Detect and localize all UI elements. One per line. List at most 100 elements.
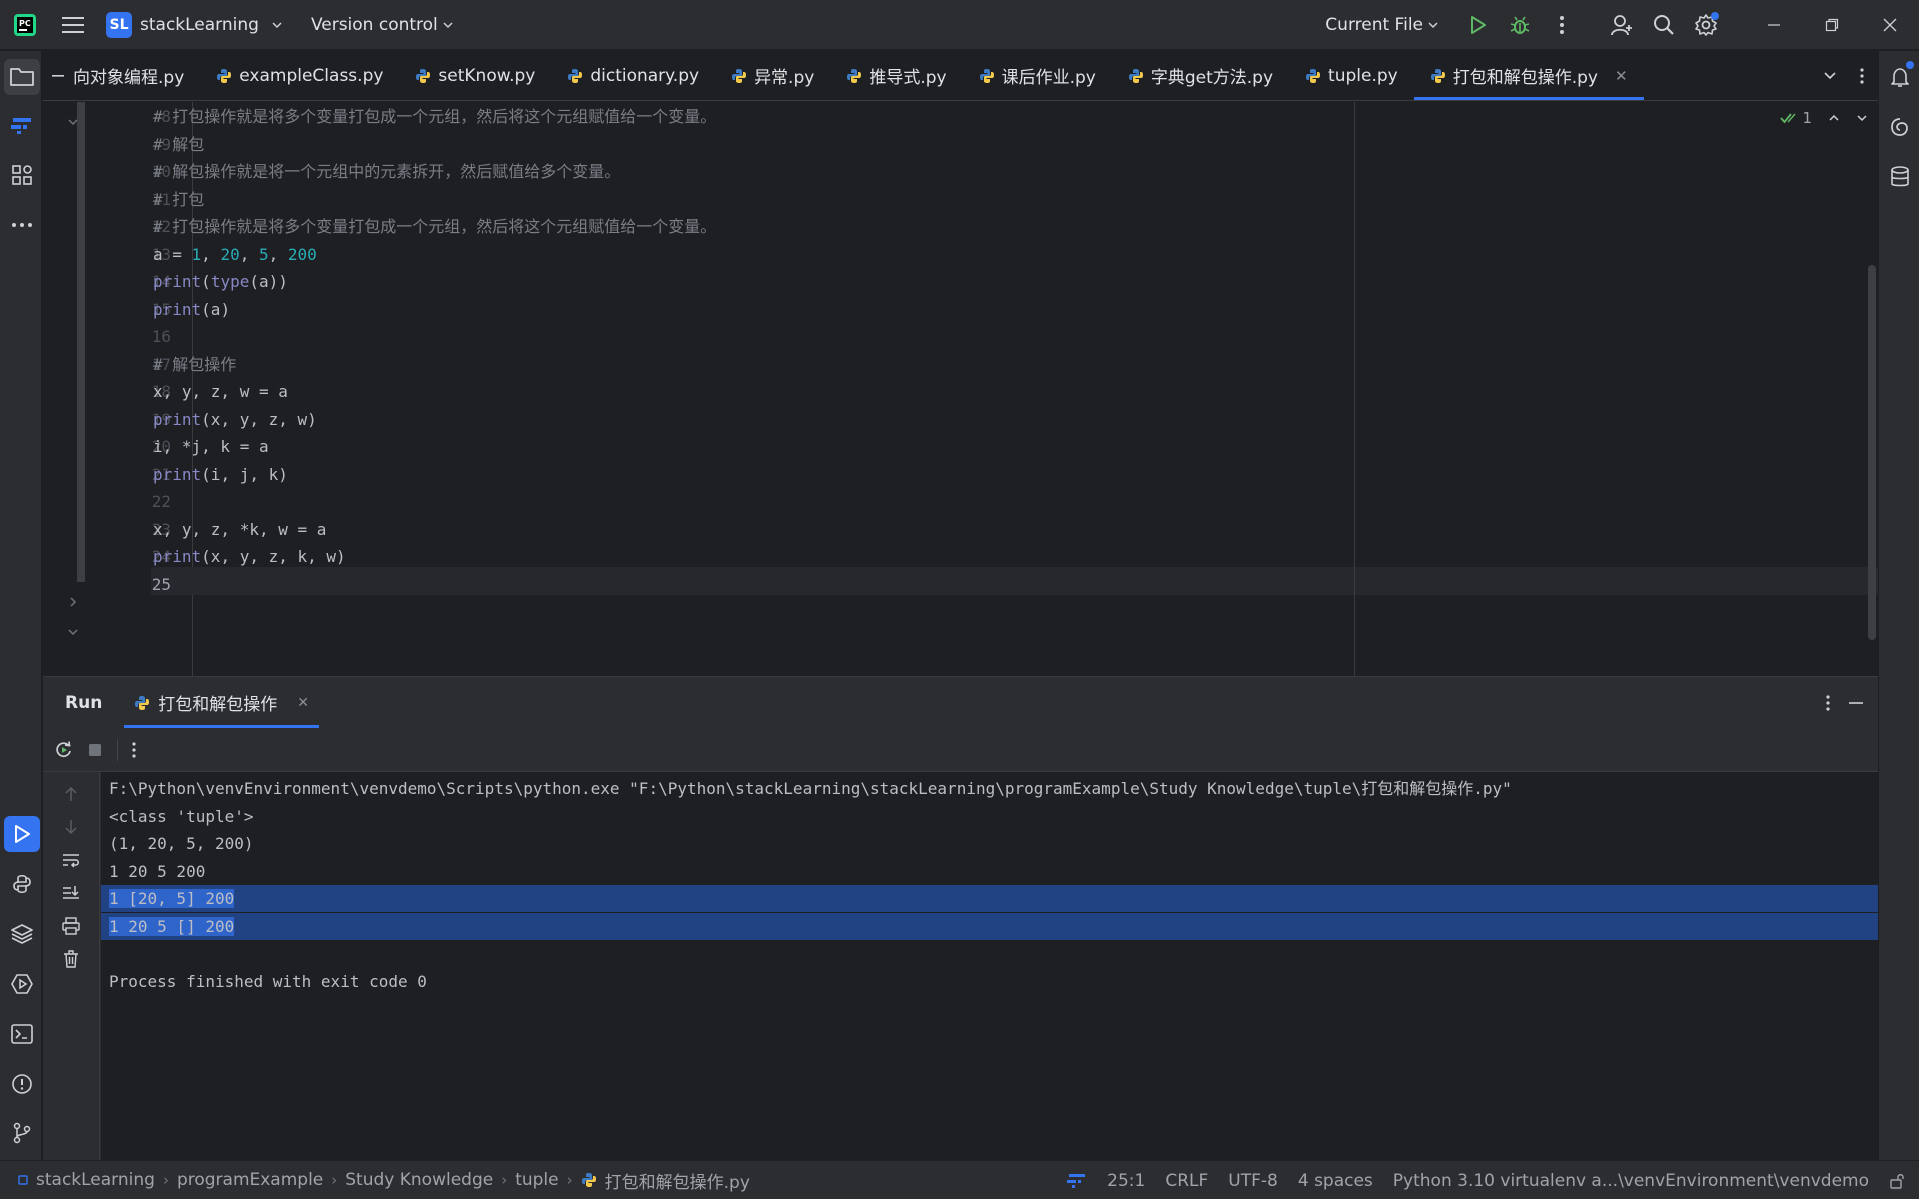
notification-dot [1906, 61, 1914, 69]
indent-setting[interactable]: 4 spaces [1298, 1171, 1373, 1191]
chevron-down-icon[interactable] [67, 626, 79, 638]
more-vertical-icon[interactable] [1826, 694, 1830, 711]
tab-exampleclass[interactable]: exampleClass.py [200, 51, 399, 100]
clear-all-button[interactable] [59, 947, 83, 971]
tab-dict-get[interactable]: 字典get方法.py [1112, 51, 1289, 100]
python-interpreter[interactable]: Python 3.10 virtualenv a...\venvEnvironm… [1393, 1171, 1869, 1191]
hide-panel-icon[interactable] [1848, 695, 1864, 711]
terminal-tool-button[interactable] [4, 1016, 40, 1052]
chevron-down-icon [272, 21, 282, 28]
run-configuration-selector[interactable]: Current File [1315, 8, 1449, 42]
notifications-button[interactable] [1882, 59, 1918, 95]
print-button[interactable] [59, 914, 83, 938]
debug-button[interactable] [1499, 0, 1541, 50]
project-name: stackLearning [140, 14, 259, 35]
more-vertical-icon[interactable] [132, 741, 136, 758]
close-run-tab-icon[interactable]: ✕ [297, 695, 309, 711]
more-tool-windows-button[interactable] [4, 207, 40, 243]
code-with-me-button[interactable] [1601, 0, 1643, 50]
database-tool-button[interactable] [1882, 159, 1918, 195]
tab-pack-unpack[interactable]: 打包和解包操作.py ✕ [1413, 51, 1644, 100]
close-tab-icon[interactable]: ✕ [1615, 67, 1628, 85]
tab-exceptions[interactable]: 异常.py [715, 51, 830, 100]
code-editor[interactable]: 1 8 # 打包操作就是将多个变量打包成一个元组，然后将这个元组赋值给一个变量。 9… [43, 102, 1878, 676]
soft-wrap-button[interactable] [59, 848, 83, 872]
breadcrumb-project[interactable]: stackLearning [36, 1170, 155, 1190]
ai-assistant-button[interactable] [1882, 109, 1918, 145]
line-number: 25 [151, 574, 171, 594]
run-tab-label: 打包和解包操作 [158, 695, 278, 715]
close-window-button[interactable] [1861, 0, 1919, 50]
minimize-window-button[interactable] [1745, 0, 1803, 50]
plugins-tool-button[interactable] [4, 157, 40, 193]
run-button[interactable] [1457, 0, 1499, 50]
layers-tool-button[interactable] [4, 916, 40, 952]
caret-position[interactable]: 25:1 [1107, 1171, 1145, 1191]
console-line: Process finished with exit code 0 [101, 968, 1878, 995]
project-tool-button[interactable] [4, 59, 40, 95]
breadcrumb-folder[interactable]: Study Knowledge [345, 1170, 493, 1190]
chevron-down-icon[interactable] [67, 116, 79, 128]
git-tool-button[interactable] [4, 1115, 40, 1151]
settings-button[interactable] [1685, 0, 1727, 50]
run-tab[interactable]: 打包和解包操作 ✕ [124, 677, 319, 728]
chevron-right-icon[interactable] [67, 596, 79, 608]
structure-jetbrains-ai-button[interactable] [4, 107, 40, 143]
python-console-icon [13, 874, 31, 894]
editor-scrollbar[interactable] [1868, 265, 1876, 640]
chevron-right-icon: › [162, 1171, 169, 1189]
rerun-icon[interactable] [55, 740, 73, 759]
structure-icon [11, 118, 31, 134]
tab-oop[interactable]: 向对象编程.py [73, 51, 200, 100]
version-control-menu[interactable]: Version control [301, 8, 464, 42]
run-tool-button[interactable] [4, 816, 40, 852]
tab-label: 推导式.py [869, 68, 947, 88]
chevron-right-icon: › [566, 1171, 573, 1189]
stop-icon[interactable] [87, 742, 103, 758]
python-packages-button[interactable] [4, 866, 40, 902]
tabs-collapse-button[interactable] [43, 51, 73, 100]
database-icon [1891, 166, 1909, 187]
tab-homework[interactable]: 课后作业.py [963, 51, 1112, 100]
file-encoding[interactable]: UTF-8 [1228, 1171, 1278, 1191]
toolbar-divider [117, 738, 118, 761]
arrow-up-icon [65, 786, 77, 801]
services-tool-button[interactable] [4, 966, 40, 1002]
restore-window-button[interactable] [1803, 0, 1861, 50]
code-line: # 解包 [153, 134, 205, 154]
scroll-down-button[interactable] [59, 815, 83, 839]
inspection-widget[interactable]: 1 [1780, 109, 1868, 127]
structure-icon[interactable] [1065, 1173, 1087, 1189]
unlock-icon[interactable] [1889, 1173, 1905, 1189]
python-file-icon [135, 695, 150, 710]
restore-icon [1825, 18, 1839, 32]
tab-list-button[interactable] [1814, 69, 1846, 83]
breadcrumb-folder[interactable]: tuple [515, 1170, 558, 1190]
run-config-label: Current File [1325, 15, 1423, 35]
tab-options-button[interactable] [1846, 68, 1878, 84]
scroll-to-end-button[interactable] [59, 881, 83, 905]
tab-dictionary[interactable]: dictionary.py [551, 51, 715, 100]
tab-setknow[interactable]: setKnow.py [399, 51, 551, 100]
pycharm-logo-icon[interactable]: PC [0, 0, 50, 50]
line-separator[interactable]: CRLF [1165, 1171, 1208, 1191]
chevron-down-icon[interactable] [1856, 112, 1868, 124]
services-icon [11, 974, 33, 994]
project-selector[interactable]: SL stackLearning [96, 8, 293, 42]
problems-tool-button[interactable] [4, 1066, 40, 1102]
bell-icon [1891, 68, 1909, 87]
breadcrumb-folder[interactable]: programExample [177, 1170, 323, 1190]
console-output[interactable]: F:\Python\venvEnvironment\venvdemo\Scrip… [101, 772, 1878, 1161]
main-menu-button[interactable] [50, 0, 96, 50]
tab-tuple[interactable]: tuple.py [1289, 51, 1414, 100]
search-everywhere-button[interactable] [1643, 0, 1685, 50]
gutter-marker-strip [77, 102, 85, 582]
tab-comprehensions[interactable]: 推导式.py [830, 51, 962, 100]
code-line: i, *j, k = a [153, 437, 269, 456]
chevron-up-icon[interactable] [1828, 112, 1840, 124]
more-actions-button[interactable] [1541, 0, 1583, 50]
run-header: Run 打包和解包操作 ✕ [43, 677, 1878, 728]
scroll-up-button[interactable] [59, 782, 83, 806]
chevron-down-icon [443, 21, 453, 28]
breadcrumb-file[interactable]: 打包和解包操作.py [605, 1168, 750, 1193]
